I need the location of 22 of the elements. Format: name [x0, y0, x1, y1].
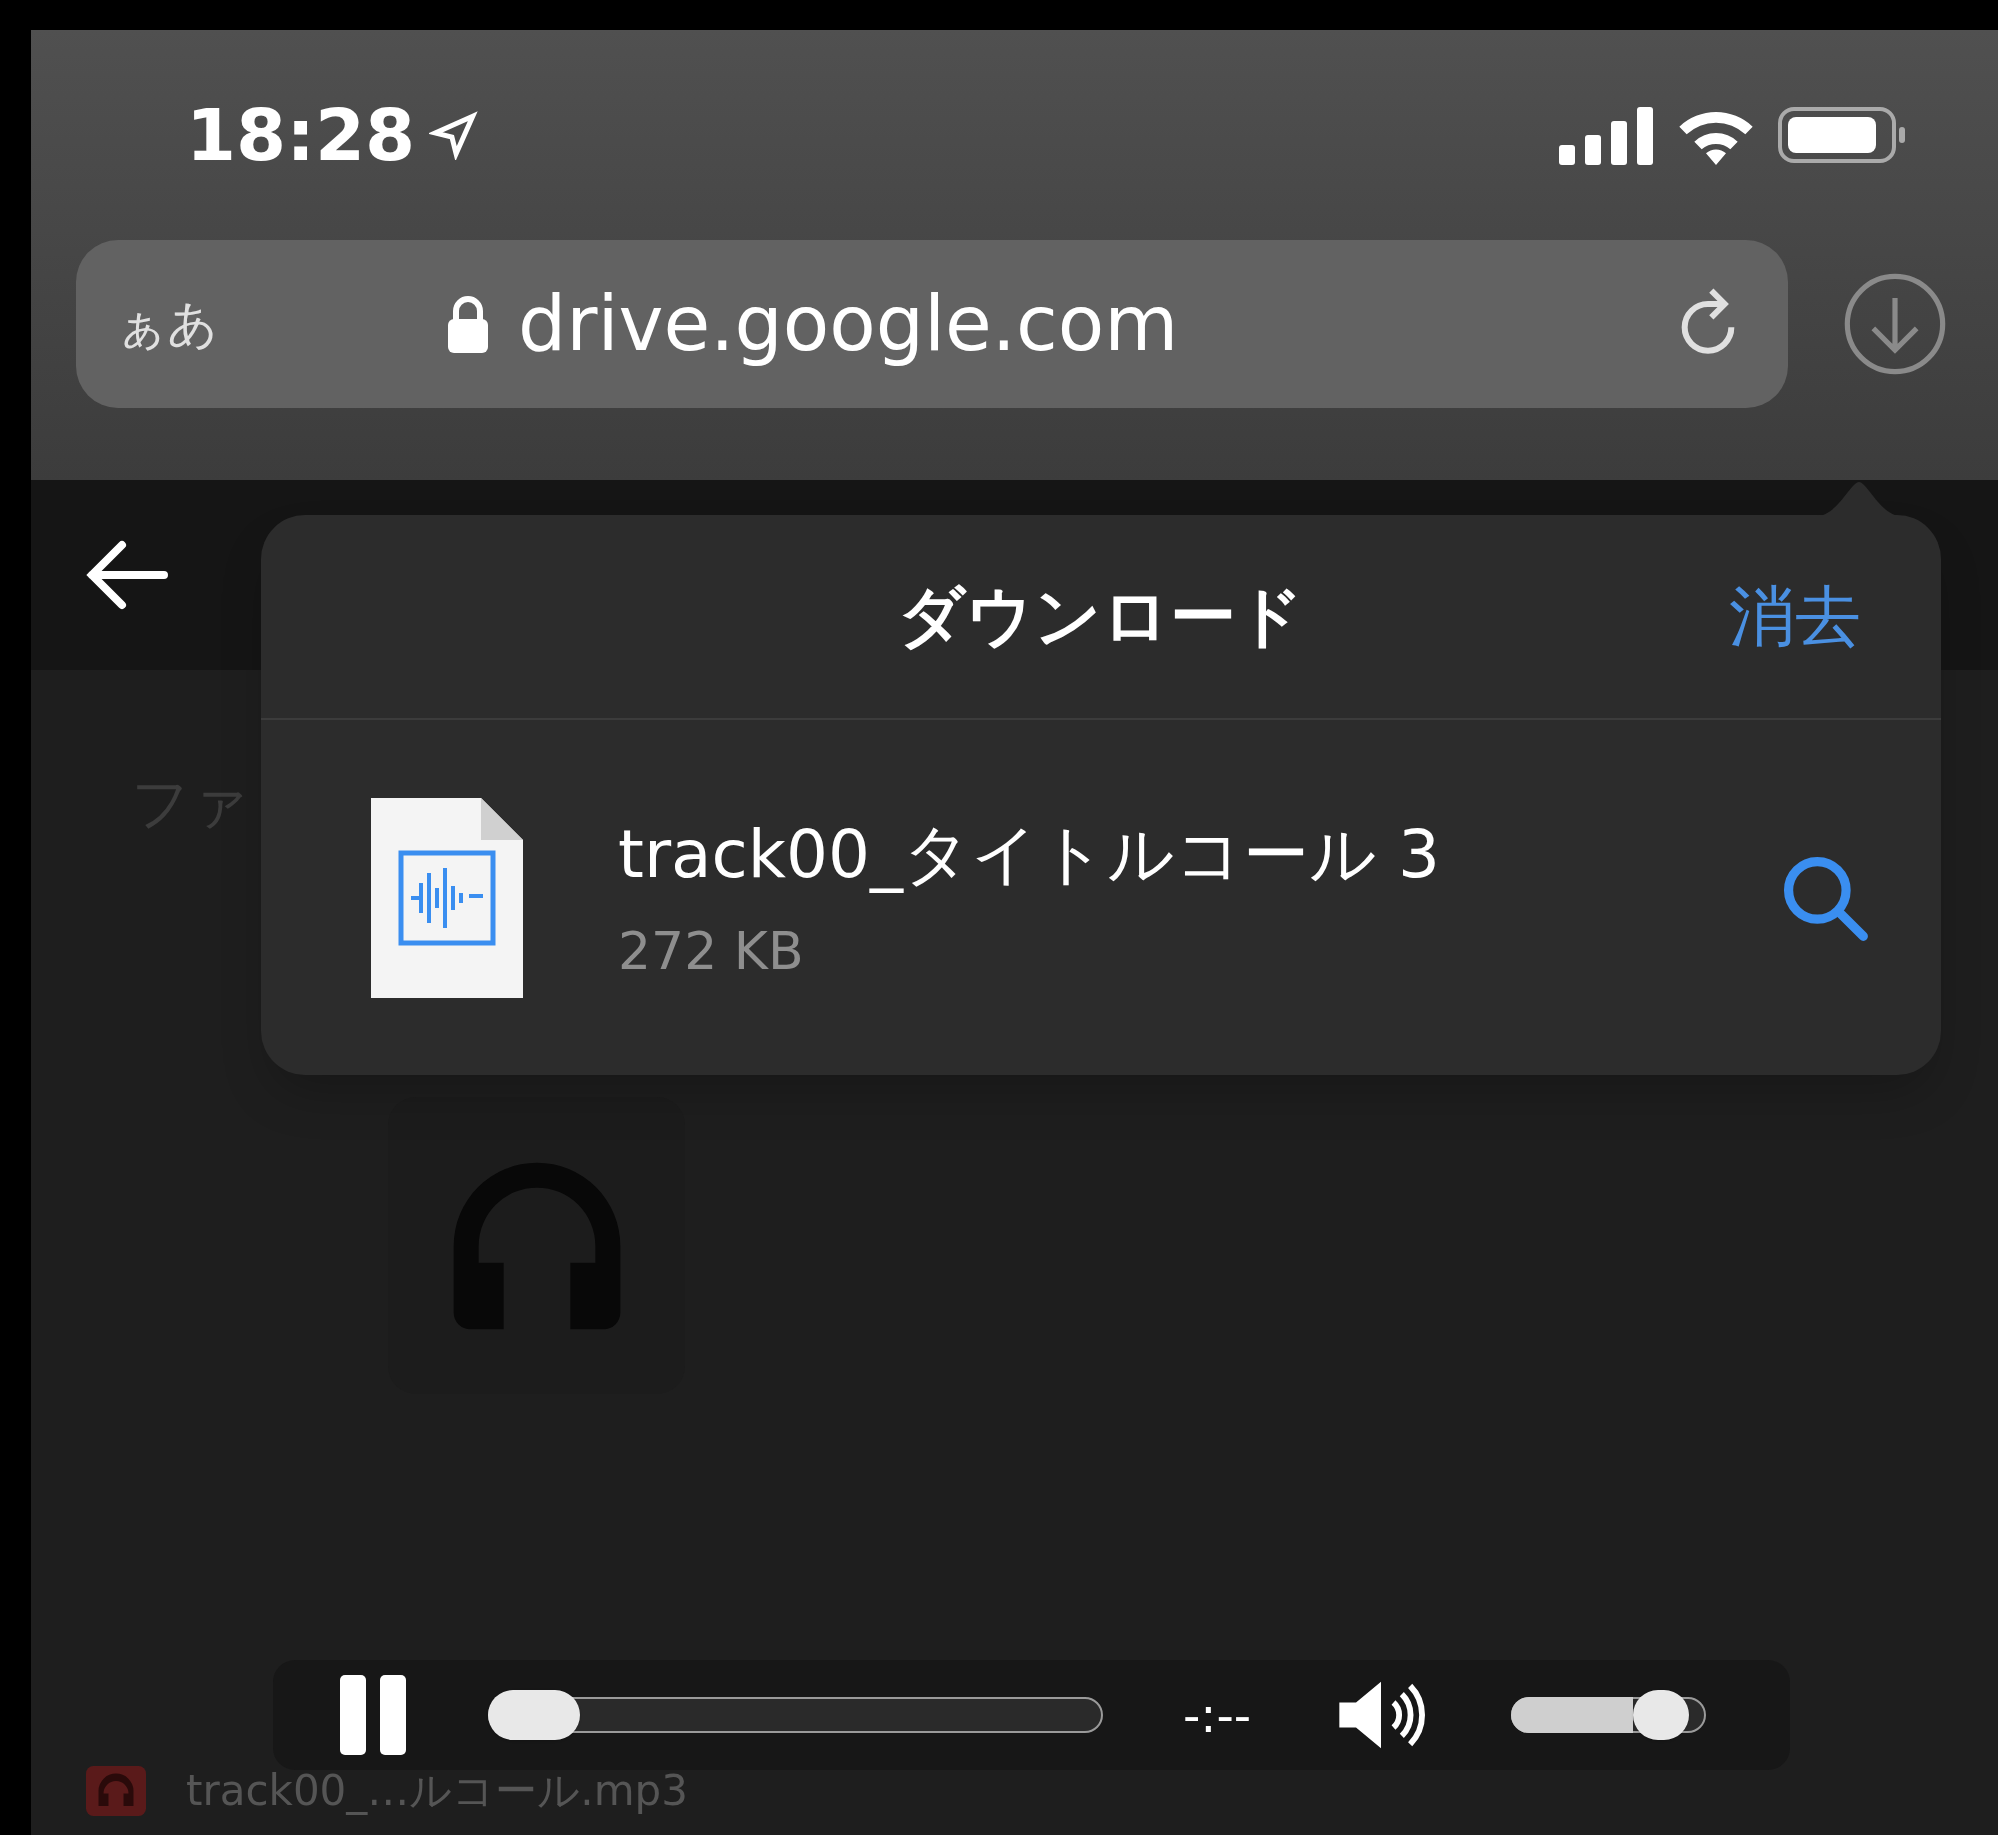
clear-button[interactable]: 消去 [1729, 567, 1861, 666]
slider-thumb[interactable] [1633, 1690, 1690, 1740]
download-file-name: track00_タイトルコール 3 [618, 815, 1441, 895]
location-arrow-icon [429, 110, 480, 160]
pause-button[interactable] [338, 1675, 408, 1755]
download-icon[interactable] [1843, 272, 1947, 376]
audio-file-icon [371, 797, 523, 998]
slider-track[interactable] [488, 1690, 1103, 1740]
download-file-size: 272 KB [618, 920, 805, 983]
slider-track[interactable] [1511, 1690, 1707, 1740]
address-bar[interactable]: ぁあ drive.google.com [76, 240, 1788, 408]
popover-title: ダウンロード [898, 577, 1304, 657]
lock-icon [446, 293, 490, 355]
url-text: drive.google.com [518, 278, 1179, 370]
back-arrow-icon[interactable] [86, 540, 168, 610]
headphones-file-icon [86, 1766, 146, 1816]
status-time: 18:28 [186, 92, 416, 179]
playback-time: -:-- [1183, 1686, 1252, 1745]
text-size-button[interactable]: ぁあ [116, 286, 446, 362]
battery-icon [1778, 105, 1908, 165]
signal-icon [1559, 105, 1654, 165]
slider-thumb[interactable] [488, 1690, 580, 1740]
